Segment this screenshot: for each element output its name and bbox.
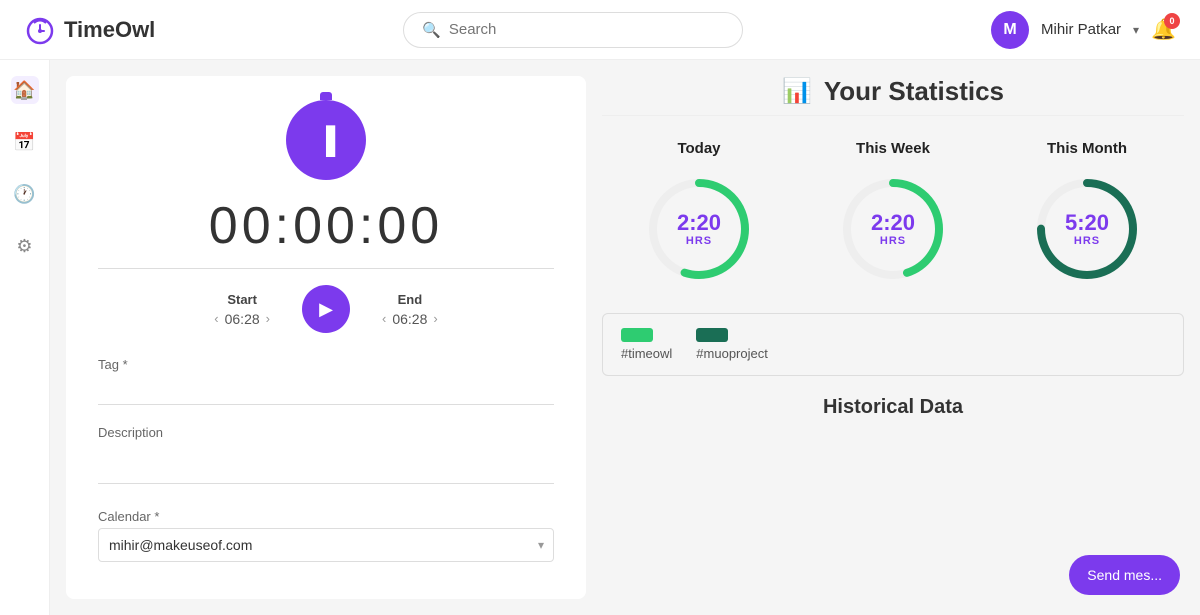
search-input[interactable] bbox=[449, 21, 724, 38]
legend-box: #timeowl #muoproject bbox=[602, 313, 1184, 376]
legend-label: #muoproject bbox=[696, 346, 768, 361]
stats-title: Your Statistics bbox=[824, 76, 1004, 107]
user-area: M Mihir Patkar ▾ 🔔 0 bbox=[991, 11, 1176, 49]
end-prev-arrow[interactable]: ‹ bbox=[382, 311, 386, 326]
stat-item-this-week: This Week 2:20 HRS bbox=[833, 140, 953, 289]
calendar-label: Calendar * bbox=[98, 509, 554, 524]
calendar-select[interactable]: mihir@makeuseof.com bbox=[98, 528, 554, 562]
stats-circles: Today 2:20 HRS This Week 2:20 HRS This M… bbox=[602, 140, 1184, 289]
stat-period: Today bbox=[677, 140, 720, 157]
header: TimeOwl 🔍 M Mihir Patkar ▾ 🔔 0 bbox=[0, 0, 1200, 60]
logo: TimeOwl bbox=[24, 14, 155, 46]
content: ▐ 00:00:00 Start ‹ 06:28 › bbox=[50, 60, 1200, 615]
legend-color-swatch bbox=[696, 328, 728, 342]
left-panel: ▐ 00:00:00 Start ‹ 06:28 › bbox=[66, 76, 586, 599]
circle-unit: HRS bbox=[1065, 235, 1109, 247]
historical-title: Historical Data bbox=[602, 396, 1184, 419]
sidebar-item-settings[interactable]: ⚙ bbox=[11, 232, 39, 260]
timer-circle-wrapper: ▐ bbox=[98, 100, 554, 180]
circle-value: 2:20 bbox=[677, 211, 721, 235]
start-value: 06:28 bbox=[225, 311, 260, 327]
search-icon: 🔍 bbox=[422, 21, 441, 39]
chevron-down-icon[interactable]: ▾ bbox=[1133, 23, 1139, 37]
logo-icon bbox=[24, 14, 56, 46]
timer-divider bbox=[98, 268, 554, 269]
circle-unit: HRS bbox=[677, 235, 721, 247]
description-group: Description bbox=[98, 425, 554, 489]
logo-text: TimeOwl bbox=[64, 17, 155, 43]
circle-value: 5:20 bbox=[1065, 211, 1109, 235]
end-time-selector: End ‹ 06:28 › bbox=[382, 292, 438, 327]
timer-controls: Start ‹ 06:28 › ▶ End ‹ 06:28 › bbox=[98, 285, 554, 333]
start-next-arrow[interactable]: › bbox=[266, 311, 270, 326]
play-button[interactable]: ▶ bbox=[302, 285, 350, 333]
legend-item: #timeowl bbox=[621, 328, 672, 361]
legend-color-row bbox=[621, 328, 672, 342]
circle-chart: 2:20 HRS bbox=[833, 169, 953, 289]
description-input[interactable] bbox=[98, 444, 554, 484]
username: Mihir Patkar bbox=[1041, 21, 1121, 38]
stats-icon: 📊 bbox=[782, 77, 812, 106]
legend-color-row bbox=[696, 328, 768, 342]
search-bar[interactable]: 🔍 bbox=[403, 12, 743, 48]
start-time-selector: Start ‹ 06:28 › bbox=[214, 292, 270, 327]
chat-button[interactable]: Send mes... bbox=[1069, 555, 1180, 595]
timer-display: 00:00:00 bbox=[98, 196, 554, 256]
circle-center: 2:20 HRS bbox=[677, 211, 721, 247]
sidebar-item-history[interactable]: 🕐 bbox=[11, 180, 39, 208]
stat-item-this-month: This Month 5:20 HRS bbox=[1027, 140, 1147, 289]
bell-wrapper[interactable]: 🔔 0 bbox=[1151, 17, 1176, 42]
calendar-select-wrapper: mihir@makeuseof.com ▾ bbox=[98, 528, 554, 562]
tag-input[interactable] bbox=[98, 376, 554, 405]
description-label: Description bbox=[98, 425, 554, 440]
legend-color-swatch bbox=[621, 328, 653, 342]
circle-center: 5:20 HRS bbox=[1065, 211, 1109, 247]
circle-unit: HRS bbox=[871, 235, 915, 247]
end-value: 06:28 bbox=[392, 311, 427, 327]
stats-header: 📊 Your Statistics bbox=[602, 76, 1184, 107]
stat-period: This Week bbox=[856, 140, 930, 157]
timer-icon: ▐ bbox=[317, 127, 335, 153]
circle-chart: 2:20 HRS bbox=[639, 169, 759, 289]
bell-badge: 0 bbox=[1164, 13, 1180, 29]
end-label: End bbox=[398, 292, 423, 307]
sidebar-item-home[interactable]: 🏠 bbox=[11, 76, 39, 104]
tag-group: Tag * bbox=[98, 357, 554, 405]
timer-circle: ▐ bbox=[286, 100, 366, 180]
right-panel: 📊 Your Statistics Today 2:20 HRS This We… bbox=[586, 60, 1200, 615]
sidebar: 🏠 📅 🕐 ⚙ bbox=[0, 60, 50, 615]
stat-period: This Month bbox=[1047, 140, 1127, 157]
calendar-group: Calendar * mihir@makeuseof.com ▾ bbox=[98, 509, 554, 562]
avatar: M bbox=[991, 11, 1029, 49]
sidebar-item-calendar[interactable]: 📅 bbox=[11, 128, 39, 156]
stat-item-today: Today 2:20 HRS bbox=[639, 140, 759, 289]
stats-divider bbox=[602, 115, 1184, 116]
start-prev-arrow[interactable]: ‹ bbox=[214, 311, 218, 326]
circle-center: 2:20 HRS bbox=[871, 211, 915, 247]
start-label: Start bbox=[227, 292, 257, 307]
legend-item: #muoproject bbox=[696, 328, 768, 361]
legend-label: #timeowl bbox=[621, 346, 672, 361]
circle-chart: 5:20 HRS bbox=[1027, 169, 1147, 289]
circle-value: 2:20 bbox=[871, 211, 915, 235]
tag-label: Tag * bbox=[98, 357, 554, 372]
end-next-arrow[interactable]: › bbox=[433, 311, 437, 326]
